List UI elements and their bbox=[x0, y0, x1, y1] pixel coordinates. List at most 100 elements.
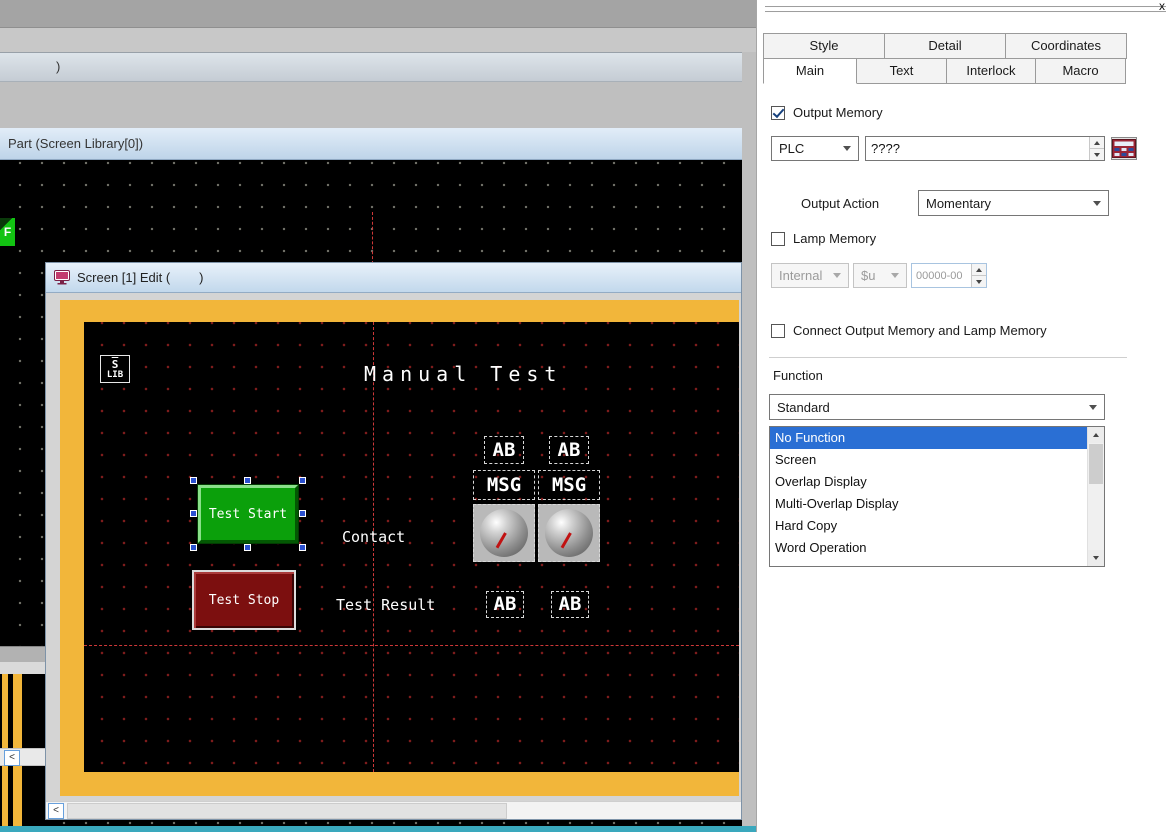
list-item[interactable]: No Function bbox=[770, 427, 1087, 449]
chevron-down-icon bbox=[843, 146, 851, 151]
list-item[interactable]: Screen bbox=[770, 449, 1087, 471]
selection-handle[interactable] bbox=[244, 544, 251, 551]
arrow-up-icon[interactable] bbox=[1090, 137, 1104, 148]
part-window-titlebar[interactable]: Part (Screen Library[0]) bbox=[0, 128, 742, 160]
address-field-group bbox=[865, 136, 1105, 161]
horizontal-scrollbar[interactable]: < bbox=[46, 801, 741, 819]
tab-main[interactable]: Main bbox=[763, 58, 857, 84]
selection-handle[interactable] bbox=[299, 544, 306, 551]
tab-macro[interactable]: Macro bbox=[1035, 58, 1126, 84]
address-spinner bbox=[1089, 137, 1104, 160]
screen-window-titlebar[interactable]: Screen [1] Edit ( ) bbox=[46, 263, 741, 293]
arrow-up-icon[interactable] bbox=[972, 264, 986, 275]
center-guide-vertical bbox=[373, 322, 374, 772]
property-panel: x Style Detail Coordinates Main Text Int… bbox=[756, 0, 1174, 832]
tab-style[interactable]: Style bbox=[763, 33, 885, 59]
lamp-memory-checkbox[interactable]: Lamp Memory bbox=[771, 231, 876, 246]
device-type-dropdown[interactable]: PLC bbox=[771, 136, 859, 161]
lamp-device-dropdown: Internal bbox=[771, 263, 849, 288]
output-action-dropdown[interactable]: Momentary bbox=[918, 190, 1109, 216]
panel-grip[interactable] bbox=[765, 11, 1166, 13]
checkbox-checked-icon[interactable] bbox=[771, 106, 785, 120]
list-item[interactable]: Multi-Overlap Display bbox=[770, 493, 1087, 515]
list-scrollbar[interactable] bbox=[1087, 427, 1104, 566]
lamp-address-spin-buttons bbox=[971, 264, 986, 287]
lamp-object[interactable]: AB MSG bbox=[473, 436, 535, 562]
lamp-address-value: 00000-00 bbox=[912, 264, 971, 287]
selection-handle[interactable] bbox=[244, 477, 251, 484]
tab-detail[interactable]: Detail bbox=[884, 33, 1006, 59]
tab-coordinates[interactable]: Coordinates bbox=[1005, 33, 1127, 59]
list-item[interactable]: Hard Copy bbox=[770, 515, 1087, 537]
hmi-canvas-frame: S LIB Manual Test Test Start Test Stop bbox=[60, 300, 739, 796]
checkbox-icon[interactable] bbox=[771, 232, 785, 246]
mini-horizontal-scrollbar[interactable]: < bbox=[0, 748, 45, 766]
selection-handle[interactable] bbox=[299, 477, 306, 484]
scroll-left-button[interactable]: < bbox=[4, 750, 20, 766]
library-part-icon[interactable]: F bbox=[0, 218, 15, 246]
list-item[interactable]: Word Operation bbox=[770, 537, 1087, 559]
panel-grip[interactable] bbox=[765, 6, 1166, 8]
device-type-value: PLC bbox=[779, 141, 804, 156]
tab-row-2: Main Text Interlock Macro bbox=[763, 58, 1129, 84]
screen-title-text[interactable]: Manual Test bbox=[364, 362, 562, 386]
checkbox-icon[interactable] bbox=[771, 324, 785, 338]
lamp-msg-text[interactable]: MSG bbox=[538, 470, 600, 500]
result-tag[interactable]: AB bbox=[486, 591, 524, 618]
scroll-left-button[interactable]: < bbox=[48, 803, 64, 819]
lamp-msg-text[interactable]: MSG bbox=[473, 470, 535, 500]
background-window-titlebar[interactable]: ) bbox=[0, 52, 742, 82]
function-dropdown[interactable]: Standard bbox=[769, 394, 1105, 420]
output-memory-label: Output Memory bbox=[793, 105, 883, 120]
test-result-label[interactable]: Test Result bbox=[336, 596, 435, 614]
mini-window-canvas: < bbox=[0, 674, 45, 832]
lamp-indicator[interactable] bbox=[538, 504, 600, 562]
test-start-button[interactable]: Test Start bbox=[198, 485, 298, 543]
keypad-button[interactable] bbox=[1111, 137, 1137, 160]
function-list: No Function Screen Overlap Display Multi… bbox=[769, 426, 1105, 567]
result-tag[interactable]: AB bbox=[551, 591, 589, 618]
selection-handle[interactable] bbox=[190, 544, 197, 551]
lamp-needle bbox=[561, 532, 572, 548]
selection-handle[interactable] bbox=[299, 510, 306, 517]
connect-memory-checkbox[interactable]: Connect Output Memory and Lamp Memory bbox=[771, 323, 1047, 338]
scrollbar-thumb[interactable] bbox=[1089, 444, 1103, 484]
contact-label[interactable]: Contact bbox=[342, 528, 405, 546]
output-memory-checkbox[interactable]: Output Memory bbox=[771, 105, 883, 120]
lib-badge-bottom: LIB bbox=[107, 370, 123, 380]
close-icon[interactable]: x bbox=[1155, 0, 1169, 13]
chevron-down-icon bbox=[891, 273, 899, 278]
tab-interlock[interactable]: Interlock bbox=[946, 58, 1036, 84]
test-stop-button[interactable]: Test Stop bbox=[192, 570, 296, 630]
selection-handle[interactable] bbox=[190, 510, 197, 517]
mini-window-titlebar[interactable] bbox=[0, 646, 45, 662]
library-part-letter: F bbox=[4, 225, 11, 239]
lamp-object[interactable]: AB MSG bbox=[538, 436, 600, 562]
chevron-down-icon bbox=[833, 273, 841, 278]
lamp-tag-text[interactable]: AB bbox=[549, 436, 589, 464]
selection-handle[interactable] bbox=[190, 477, 197, 484]
mini-window-toolbar bbox=[0, 662, 45, 674]
list-item[interactable]: Overlap Display bbox=[770, 471, 1087, 493]
output-action-value: Momentary bbox=[926, 196, 991, 211]
lamp-tag-text[interactable]: AB bbox=[484, 436, 524, 464]
screen-window-icon bbox=[54, 270, 70, 285]
function-label: Function bbox=[773, 368, 823, 383]
guide-line-vertical bbox=[372, 212, 373, 264]
lamp-subdevice-value: $u bbox=[861, 268, 875, 283]
lamp-needle bbox=[496, 532, 507, 548]
keypad-icon bbox=[1112, 139, 1136, 158]
screen-library-badge[interactable]: S LIB bbox=[100, 355, 130, 383]
arrow-up-icon[interactable] bbox=[1088, 427, 1104, 443]
lib-badge-top: S bbox=[112, 359, 119, 370]
arrow-down-icon[interactable] bbox=[1088, 550, 1104, 566]
lamp-indicator[interactable] bbox=[473, 504, 535, 562]
hmi-canvas[interactable]: S LIB Manual Test Test Start Test Stop bbox=[84, 322, 739, 772]
section-divider bbox=[769, 357, 1127, 358]
address-input[interactable] bbox=[866, 137, 1089, 160]
arrow-down-icon[interactable] bbox=[972, 275, 986, 287]
tab-text[interactable]: Text bbox=[856, 58, 947, 84]
scrollbar-thumb[interactable] bbox=[67, 803, 507, 819]
property-tabs: Style Detail Coordinates Main Text Inter… bbox=[763, 33, 1129, 84]
arrow-down-icon[interactable] bbox=[1090, 148, 1104, 160]
